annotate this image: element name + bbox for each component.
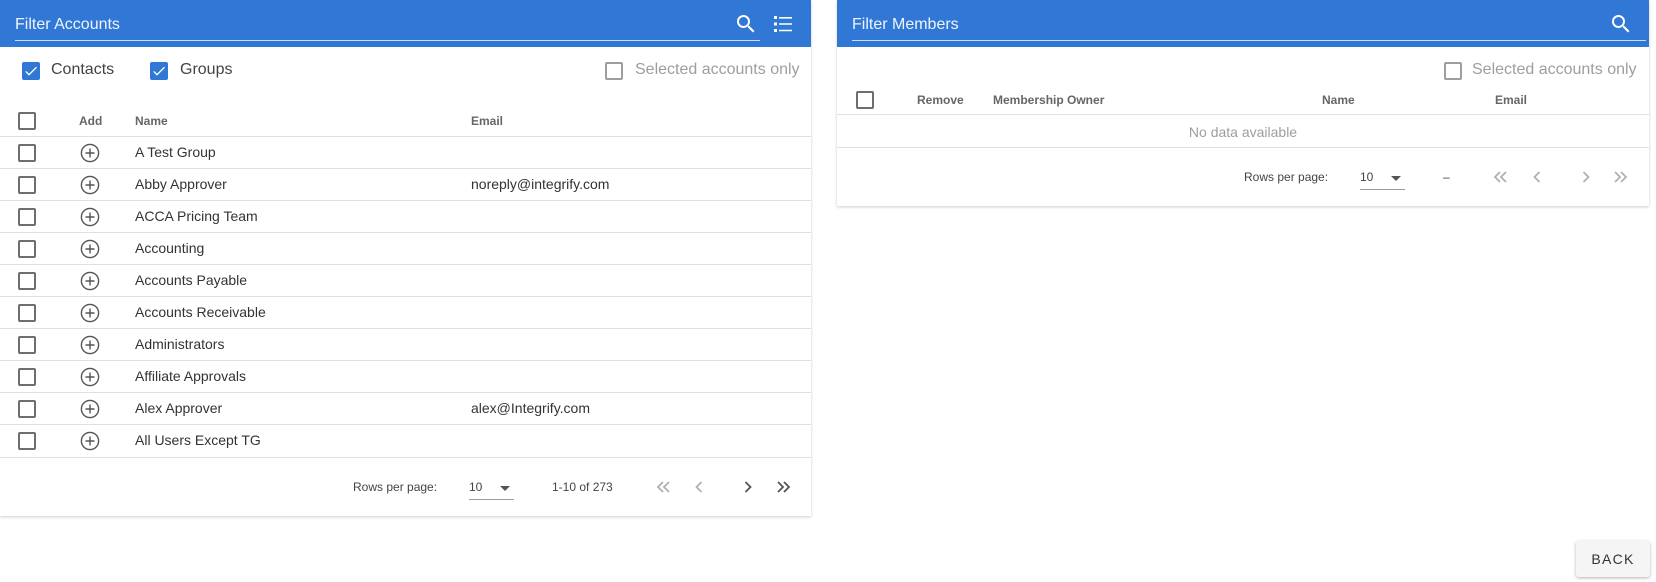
row-checkbox[interactable] bbox=[18, 304, 36, 322]
rows-per-page-select[interactable]: 10 bbox=[469, 476, 514, 500]
column-header-add: Add bbox=[79, 114, 103, 128]
selected-accounts-only-label: Selected accounts only bbox=[635, 61, 800, 78]
select-all-members-checkbox[interactable] bbox=[856, 91, 874, 109]
rows-per-page-label: Rows per page: bbox=[353, 480, 438, 494]
row-checkbox[interactable] bbox=[18, 240, 36, 258]
account-email: alex@Integrify.com bbox=[471, 400, 590, 416]
members-panel: Selected accounts only Remove Membership… bbox=[837, 0, 1649, 206]
rows-per-page-select[interactable]: 10 bbox=[1360, 166, 1405, 190]
row-checkbox[interactable] bbox=[18, 368, 36, 386]
add-circle-icon[interactable] bbox=[80, 271, 100, 291]
add-circle-icon[interactable] bbox=[80, 399, 100, 419]
filter-members-input[interactable] bbox=[852, 10, 1646, 41]
account-name: ACCA Pricing Team bbox=[135, 208, 258, 224]
back-button[interactable]: BACK bbox=[1576, 541, 1650, 577]
column-header-name: Name bbox=[135, 114, 168, 128]
column-header-membership-owner: Membership Owner bbox=[993, 93, 1105, 107]
table-row: Accounts Receivable bbox=[0, 297, 811, 329]
add-circle-icon[interactable] bbox=[80, 143, 100, 163]
column-header-email: Email bbox=[471, 114, 504, 128]
add-circle-icon[interactable] bbox=[80, 431, 100, 451]
account-name: A Test Group bbox=[135, 144, 216, 160]
accounts-panel: Contacts Groups Selected accounts only A… bbox=[0, 0, 811, 516]
page-range: 1-10 of 273 bbox=[552, 480, 613, 494]
contacts-label: Contacts bbox=[51, 61, 115, 78]
row-checkbox[interactable] bbox=[18, 272, 36, 290]
table-row: ACCA Pricing Team bbox=[0, 201, 811, 233]
no-data-message: No data available bbox=[1188, 124, 1298, 140]
selected-accounts-only-checkbox[interactable] bbox=[605, 62, 623, 80]
filter-accounts-input[interactable] bbox=[15, 10, 760, 41]
account-name: Accounting bbox=[135, 240, 205, 256]
contacts-checkbox[interactable] bbox=[22, 62, 40, 80]
account-name: Administrators bbox=[135, 336, 225, 352]
members-selected-only-checkbox[interactable] bbox=[1444, 62, 1462, 80]
account-name: Abby Approver bbox=[135, 176, 227, 192]
account-name: Alex Approver bbox=[135, 400, 223, 416]
chevron-down-icon bbox=[500, 486, 510, 491]
last-page-icon[interactable] bbox=[772, 475, 796, 499]
search-icon[interactable] bbox=[734, 12, 758, 36]
accounts-filter-bar bbox=[0, 0, 811, 47]
row-checkbox[interactable] bbox=[18, 208, 36, 226]
first-page-icon[interactable] bbox=[651, 475, 675, 499]
previous-page-icon[interactable] bbox=[1525, 165, 1549, 189]
row-checkbox[interactable] bbox=[18, 400, 36, 418]
rows-per-page-label: Rows per page: bbox=[1244, 170, 1329, 184]
column-header-email: Email bbox=[1495, 93, 1528, 107]
row-checkbox[interactable] bbox=[18, 176, 36, 194]
select-all-accounts-checkbox[interactable] bbox=[18, 112, 36, 130]
groups-checkbox[interactable] bbox=[150, 62, 168, 80]
members-selected-only-label: Selected accounts only bbox=[1472, 61, 1637, 78]
rows-per-page-value: 10 bbox=[1360, 170, 1374, 184]
account-name: Accounts Payable bbox=[135, 272, 248, 288]
add-circle-icon[interactable] bbox=[80, 367, 100, 387]
account-name: Affiliate Approvals bbox=[135, 368, 247, 384]
column-header-remove: Remove bbox=[917, 93, 964, 107]
table-row: A Test Group bbox=[0, 137, 811, 169]
groups-label: Groups bbox=[180, 61, 233, 78]
table-row: Administrators bbox=[0, 329, 811, 361]
chevron-down-icon bbox=[1391, 176, 1401, 181]
rows-per-page-value: 10 bbox=[469, 480, 483, 494]
add-circle-icon[interactable] bbox=[80, 207, 100, 227]
add-circle-icon[interactable] bbox=[80, 239, 100, 259]
account-name: Accounts Receivable bbox=[135, 304, 266, 320]
row-checkbox[interactable] bbox=[18, 144, 36, 162]
search-icon[interactable] bbox=[1609, 12, 1633, 36]
table-row: Alex Approver alex@Integrify.com bbox=[0, 393, 811, 425]
next-page-icon[interactable] bbox=[1574, 165, 1598, 189]
add-circle-icon[interactable] bbox=[80, 175, 100, 195]
page-range: – bbox=[1443, 170, 1450, 184]
table-row: Accounts Payable bbox=[0, 265, 811, 297]
last-page-icon[interactable] bbox=[1609, 165, 1633, 189]
row-checkbox[interactable] bbox=[18, 432, 36, 450]
table-row: Abby Approver noreply@integrify.com bbox=[0, 169, 811, 201]
members-filter-bar bbox=[837, 0, 1649, 47]
add-circle-icon[interactable] bbox=[80, 303, 100, 323]
table-row: Affiliate Approvals bbox=[0, 361, 811, 393]
previous-page-icon[interactable] bbox=[687, 475, 711, 499]
list-view-icon[interactable] bbox=[771, 12, 795, 36]
table-row: Accounting bbox=[0, 233, 811, 265]
table-row: All Users Except TG bbox=[0, 425, 811, 457]
row-checkbox[interactable] bbox=[18, 336, 36, 354]
account-email: noreply@integrify.com bbox=[471, 176, 610, 192]
account-name: All Users Except TG bbox=[135, 432, 261, 448]
next-page-icon[interactable] bbox=[736, 475, 760, 499]
add-circle-icon[interactable] bbox=[80, 335, 100, 355]
column-header-name: Name bbox=[1322, 93, 1355, 107]
first-page-icon[interactable] bbox=[1488, 165, 1512, 189]
